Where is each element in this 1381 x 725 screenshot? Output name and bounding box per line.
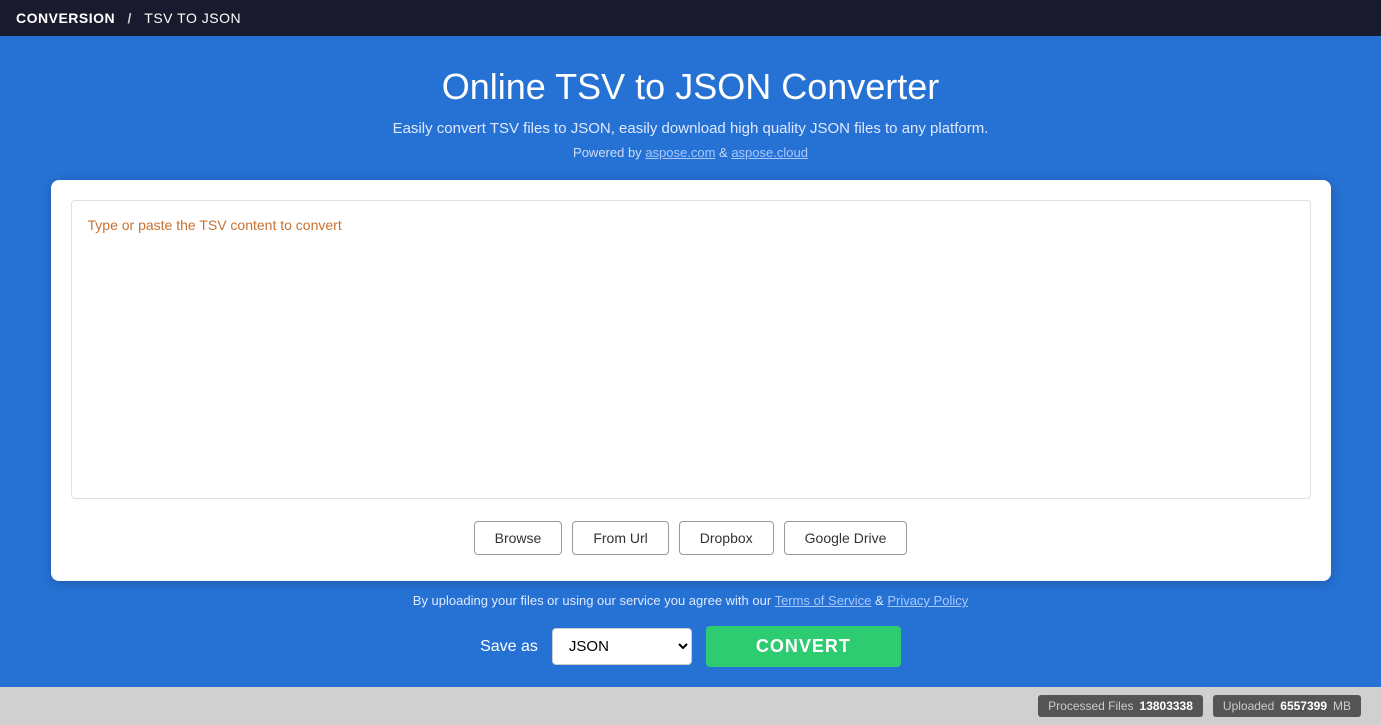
uploaded-value: 6557399 — [1280, 699, 1327, 713]
dropbox-button[interactable]: Dropbox — [679, 521, 774, 555]
processed-files-badge: Processed Files 13803338 — [1038, 695, 1203, 717]
converter-card: Browse From Url Dropbox Google Drive — [51, 180, 1331, 581]
terms-row: By uploading your files or using our ser… — [413, 593, 968, 608]
top-bar: CONVERSION / TSV TO JSON — [0, 0, 1381, 36]
convert-button[interactable]: CONVERT — [706, 626, 901, 667]
uploaded-label: Uploaded — [1223, 699, 1274, 713]
save-as-label: Save as — [480, 638, 538, 656]
powered-by: Powered by aspose.com & aspose.cloud — [573, 145, 808, 160]
aspose-cloud-link[interactable]: aspose.cloud — [731, 145, 808, 160]
format-select[interactable]: JSON CSV XLSX XML — [552, 628, 692, 665]
uploaded-badge: Uploaded 6557399 MB — [1213, 695, 1361, 717]
powered-by-separator: & — [719, 145, 731, 160]
from-url-button[interactable]: From Url — [572, 521, 668, 555]
terms-ampersand: & — [875, 593, 887, 608]
uploaded-unit: MB — [1333, 699, 1351, 713]
file-source-buttons: Browse From Url Dropbox Google Drive — [71, 515, 1311, 561]
google-drive-button[interactable]: Google Drive — [784, 521, 908, 555]
privacy-link[interactable]: Privacy Policy — [887, 593, 968, 608]
main-content: Online TSV to JSON Converter Easily conv… — [0, 36, 1381, 687]
powered-by-prefix: Powered by — [573, 145, 642, 160]
page-subtitle: Easily convert TSV files to JSON, easily… — [393, 120, 989, 137]
terms-link[interactable]: Terms of Service — [775, 593, 872, 608]
breadcrumb: CONVERSION / TSV TO JSON — [16, 10, 241, 26]
tsv-input[interactable] — [88, 217, 1294, 477]
page-title: Online TSV to JSON Converter — [442, 66, 940, 108]
breadcrumb-separator: / — [128, 10, 132, 26]
text-area-container — [71, 200, 1311, 499]
processed-files-label: Processed Files — [1048, 699, 1133, 713]
footer-bar: Processed Files 13803338 Uploaded 655739… — [0, 687, 1381, 725]
action-row: Save as JSON CSV XLSX XML CONVERT — [480, 626, 901, 667]
browse-button[interactable]: Browse — [474, 521, 563, 555]
breadcrumb-root[interactable]: CONVERSION — [16, 10, 115, 26]
processed-files-value: 13803338 — [1140, 699, 1193, 713]
breadcrumb-child: TSV TO JSON — [144, 10, 241, 26]
aspose-com-link[interactable]: aspose.com — [645, 145, 715, 160]
terms-prefix: By uploading your files or using our ser… — [413, 593, 771, 608]
